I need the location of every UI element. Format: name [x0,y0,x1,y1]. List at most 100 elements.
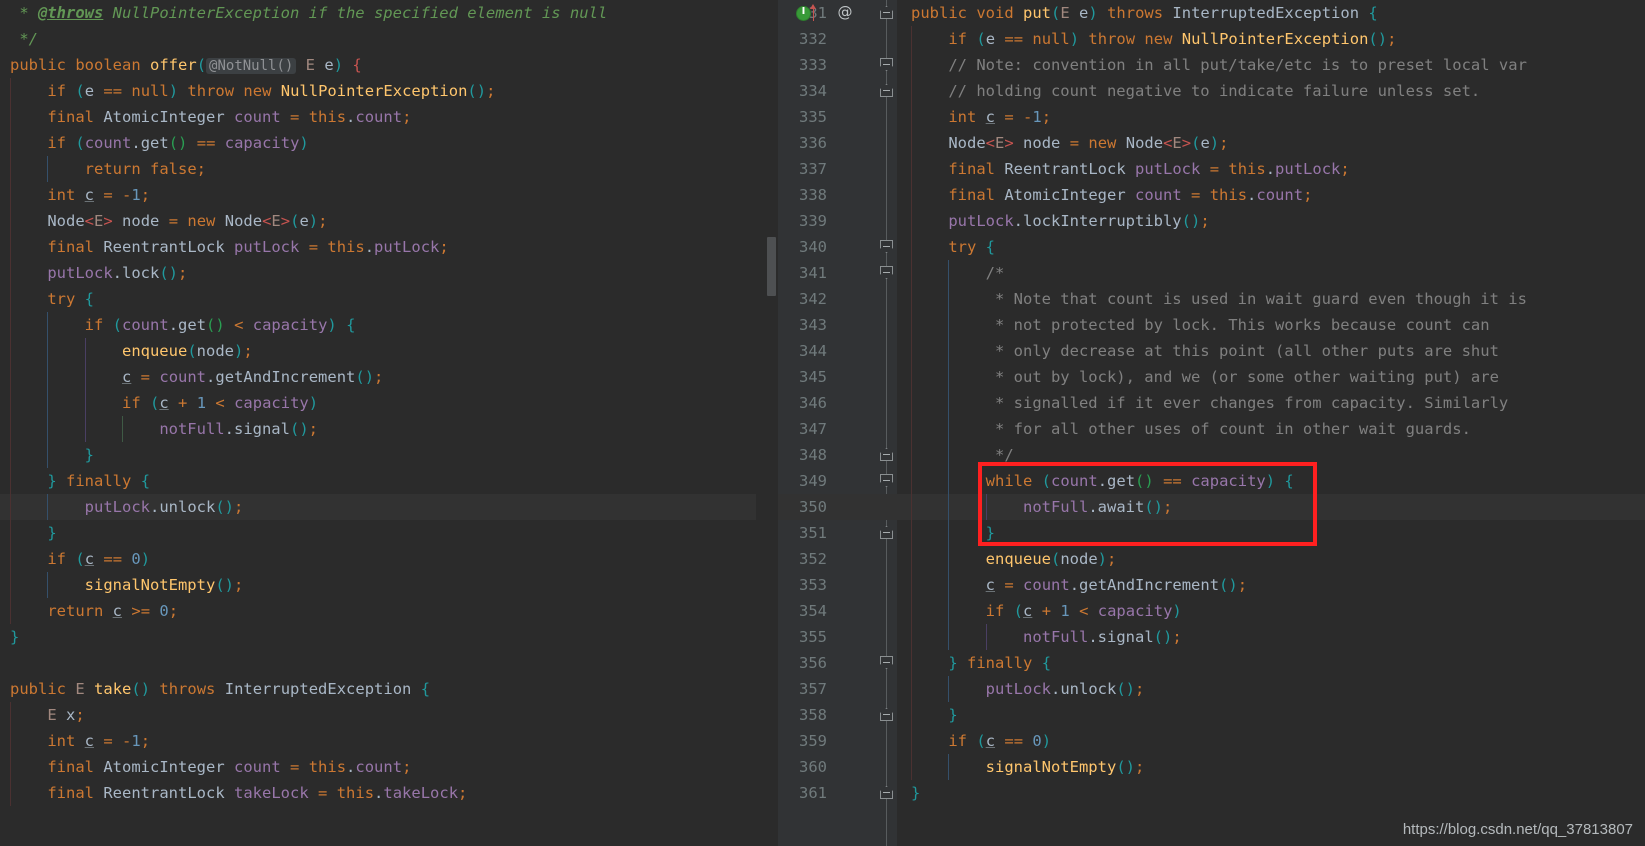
code-line[interactable]: putLock.unlock(); [0,494,756,520]
fold-marker-start[interactable] [880,474,893,487]
code-line[interactable]: c = count.getAndIncrement(); [0,364,756,390]
code-line[interactable]: } [897,702,1645,728]
right-editor-pane[interactable]: 331 @332 333 334 335 336 337 338 339 340 341 342 343… [778,0,1645,846]
code-line[interactable]: c = count.getAndIncrement(); [897,572,1645,598]
code-line[interactable]: * not protected by lock. This works beca… [897,312,1645,338]
annotation-at-icon[interactable]: @ [836,3,854,21]
fold-marker-end[interactable] [880,708,893,721]
code-line[interactable]: if (count.get() < capacity) { [0,312,756,338]
code-line[interactable]: try { [0,286,756,312]
gutter-line[interactable]: 332 [778,26,897,52]
gutter-line[interactable]: 346 [778,390,897,416]
code-line[interactable]: * out by lock), and we (or some other wa… [897,364,1645,390]
left-pane-scrollbar[interactable] [764,0,778,846]
code-line[interactable]: enqueue(node); [0,338,756,364]
gutter-line[interactable]: 338 [778,182,897,208]
gutter-line[interactable]: 336 [778,130,897,156]
code-line[interactable]: if (c == 0) [0,546,756,572]
gutter-line[interactable]: 343 [778,312,897,338]
code-line[interactable]: notFull.signal(); [897,624,1645,650]
gutter-line[interactable]: 350 [778,494,897,520]
code-line[interactable]: putLock.lock(); [0,260,756,286]
fold-marker-end[interactable] [880,6,893,19]
code-line[interactable]: if (e == null) throw new NullPointerExce… [897,26,1645,52]
code-line[interactable]: */ [897,442,1645,468]
code-line[interactable]: notFull.await(); [897,494,1645,520]
gutter-line[interactable]: 340 [778,234,897,260]
gutter-line[interactable]: 351 [778,520,897,546]
code-line[interactable]: signalNotEmpty(); [0,572,756,598]
code-line[interactable]: public E take() throws InterruptedExcept… [0,676,756,702]
gutter-line[interactable]: 353 [778,572,897,598]
implements-method-icon[interactable] [796,4,816,21]
gutter-line[interactable]: 341 [778,260,897,286]
code-line[interactable]: } finally { [0,468,756,494]
gutter-line[interactable]: 331 @ [778,0,897,26]
code-line[interactable]: * signalled if it ever changes from capa… [897,390,1645,416]
code-line[interactable]: int c = -1; [897,104,1645,130]
code-line[interactable]: return false; [0,156,756,182]
code-line[interactable]: while (count.get() == capacity) { [897,468,1645,494]
code-line[interactable]: /* [897,260,1645,286]
code-line[interactable]: } [0,442,756,468]
code-line[interactable]: E x; [0,702,756,728]
code-line[interactable]: final AtomicInteger count = this.count; [0,104,756,130]
code-line[interactable]: } finally { [897,650,1645,676]
scrollbar-thumb[interactable] [767,236,776,297]
code-line[interactable]: enqueue(node); [897,546,1645,572]
gutter-line[interactable]: 354 [778,598,897,624]
code-line[interactable]: if (c + 1 < capacity) [897,598,1645,624]
fold-marker-start[interactable] [880,266,893,279]
code-line[interactable]: if (count.get() == capacity) [0,130,756,156]
gutter-line[interactable]: 349 [778,468,897,494]
code-line[interactable]: putLock.lockInterruptibly(); [897,208,1645,234]
code-line[interactable]: if (e == null) throw new NullPointerExce… [0,78,756,104]
gutter-line[interactable]: 360 [778,754,897,780]
code-line[interactable]: */ [0,26,756,52]
code-line[interactable]: final AtomicInteger count = this.count; [897,182,1645,208]
fold-marker-end[interactable] [880,786,893,799]
fold-marker-start[interactable] [880,656,893,669]
code-line[interactable]: final ReentrantLock putLock = this.putLo… [897,156,1645,182]
fold-marker-end[interactable] [880,526,893,539]
gutter-line[interactable]: 359 [778,728,897,754]
gutter-line[interactable]: 344 [778,338,897,364]
left-editor-pane[interactable]: * @throws NullPointerException if the sp… [0,0,778,846]
gutter-line[interactable]: 339 [778,208,897,234]
gutter-line[interactable]: 345 [778,364,897,390]
code-line[interactable]: signalNotEmpty(); [897,754,1645,780]
right-code-surface[interactable]: public void put(E e) throws InterruptedE… [897,0,1645,846]
gutter-line[interactable]: 335 [778,104,897,130]
code-line[interactable]: final AtomicInteger count = this.count; [0,754,756,780]
code-line[interactable]: } [897,520,1645,546]
right-gutter[interactable]: 331 @332 333 334 335 336 337 338 339 340 341 342 343… [778,0,897,846]
gutter-line[interactable]: 337 [778,156,897,182]
code-line[interactable]: int c = -1; [0,728,756,754]
gutter-line[interactable]: 352 [778,546,897,572]
code-line[interactable]: // Note: convention in all put/take/etc … [897,52,1645,78]
gutter-line[interactable]: 347 [778,416,897,442]
code-line[interactable]: int c = -1; [0,182,756,208]
code-line[interactable]: final ReentrantLock putLock = this.putLo… [0,234,756,260]
code-line[interactable]: * @throws NullPointerException if the sp… [0,0,756,26]
code-line[interactable]: notFull.signal(); [0,416,756,442]
code-line[interactable]: if (c == 0) [897,728,1645,754]
gutter-line[interactable]: 342 [778,286,897,312]
gutter-line[interactable]: 348 [778,442,897,468]
code-line[interactable]: * for all other uses of count in other w… [897,416,1645,442]
fold-marker-start[interactable] [880,58,893,71]
fold-marker-start[interactable] [880,240,893,253]
code-line[interactable]: final ReentrantLock takeLock = this.take… [0,780,756,806]
gutter-line[interactable]: 358 [778,702,897,728]
gutter-line[interactable]: 361 [778,780,897,806]
code-line[interactable] [0,650,756,676]
code-line[interactable]: Node<E> node = new Node<E>(e); [897,130,1645,156]
gutter-line[interactable]: 355 [778,624,897,650]
gutter-line[interactable]: 356 [778,650,897,676]
gutter-line[interactable]: 357 [778,676,897,702]
code-line[interactable]: return c >= 0; [0,598,756,624]
code-line[interactable]: putLock.unlock(); [897,676,1645,702]
code-line[interactable]: if (c + 1 < capacity) [0,390,756,416]
code-line[interactable]: Node<E> node = new Node<E>(e); [0,208,756,234]
fold-marker-end[interactable] [880,84,893,97]
